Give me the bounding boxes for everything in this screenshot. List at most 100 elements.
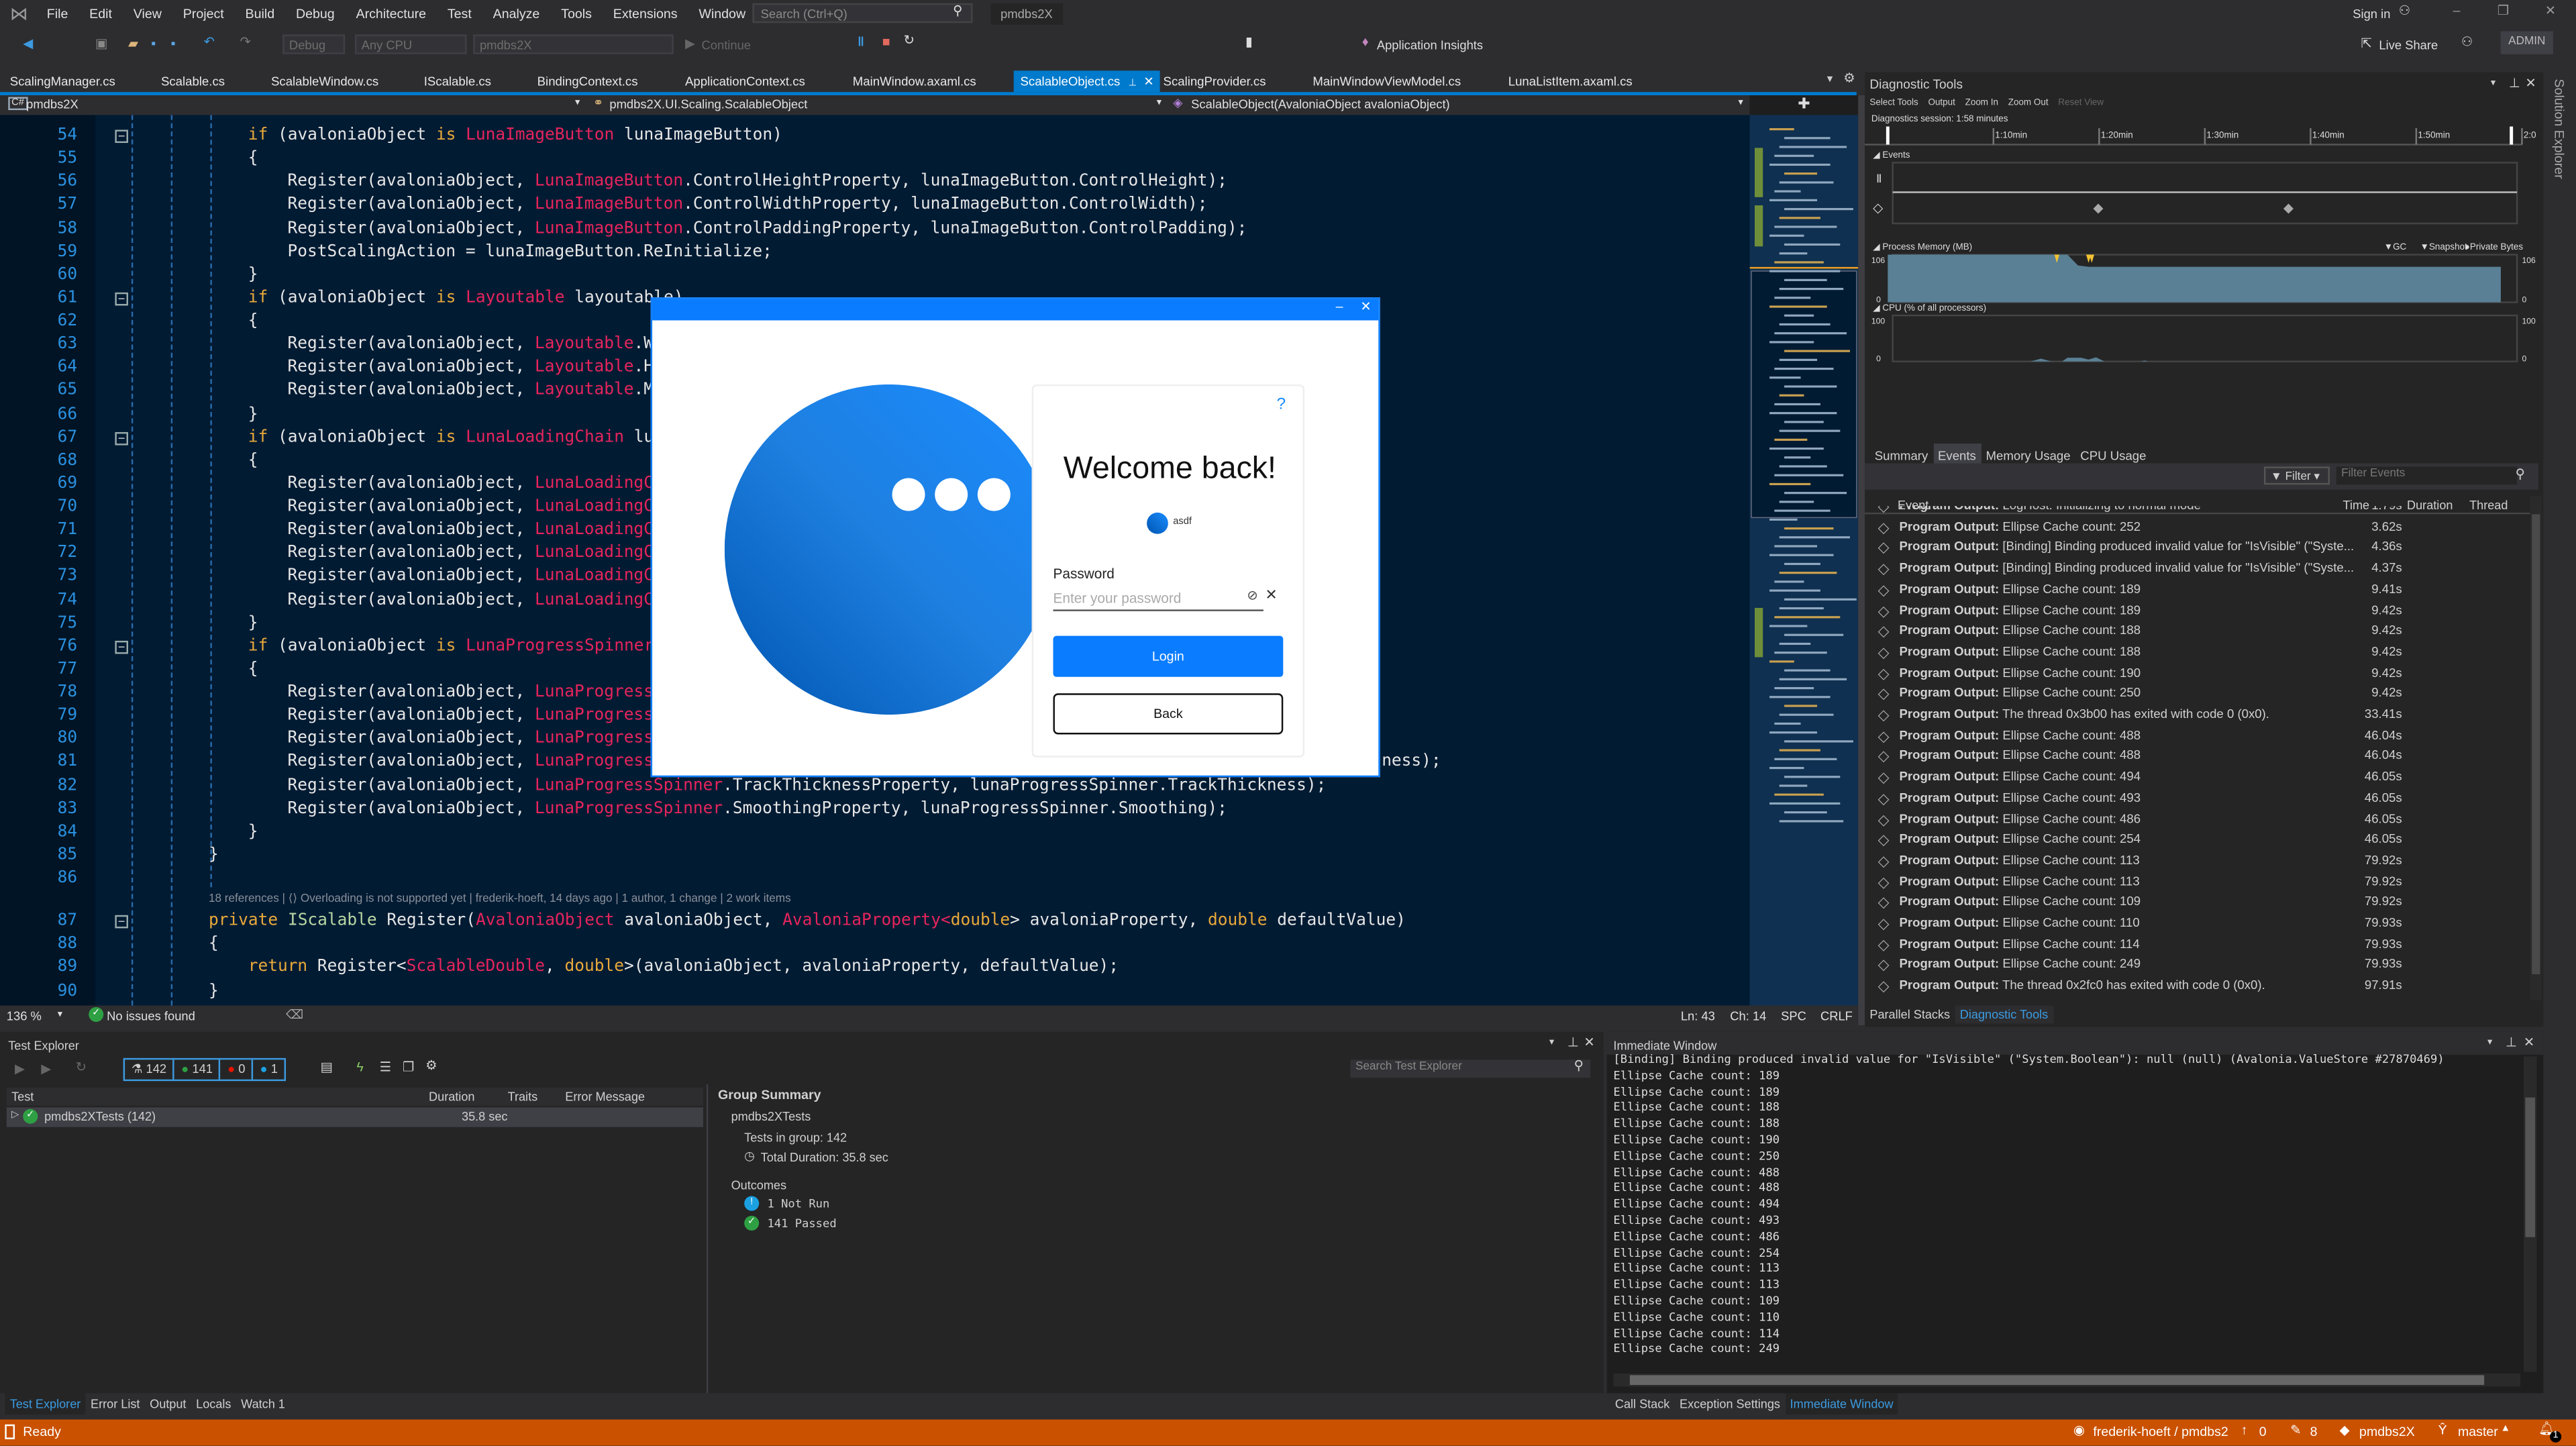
tab-mainwindowviewmodel-cs[interactable]: MainWindowViewModel.cs <box>1306 70 1467 92</box>
clear-password-icon[interactable]: ✕ <box>1265 586 1277 605</box>
application-insights-button[interactable]: Application Insights <box>1377 38 1483 52</box>
continue-button[interactable]: Continue <box>702 38 752 52</box>
collapse-icon[interactable]: − <box>115 130 128 144</box>
diag-toolbar-zoom-in[interactable]: Zoom In <box>1965 99 1998 109</box>
tab-scalable-cs[interactable]: Scalable.cs <box>154 70 231 92</box>
test-row[interactable]: ▷ ✓ pmdbs2XTests (142) 35.8 sec <box>6 1107 703 1127</box>
event-row[interactable]: ◇ Program Output: Ellipse Cache count: 49… <box>1865 788 2522 809</box>
tab-watch-1[interactable]: Watch 1 <box>236 1393 290 1414</box>
panel-menu-icon[interactable]: ▾ <box>2491 77 2495 89</box>
event-row[interactable]: ◇ Program Output: Ellipse Cache count: 48… <box>1865 747 2522 768</box>
code-line[interactable]: 83 Register(avaloniaObject, LunaProgressS… <box>0 798 1750 821</box>
repeat-icon[interactable]: ↻ <box>76 1060 87 1074</box>
tab-output[interactable]: Output <box>145 1393 191 1414</box>
filter-events-input[interactable]: Filter Events <box>2336 466 2518 485</box>
settings-gear-icon[interactable]: ⚙ <box>425 1058 437 1073</box>
event-row[interactable]: ◇ Program Output: Ellipse Cache count: 49… <box>1865 768 2522 788</box>
tab-immediate-window[interactable]: Immediate Window <box>1785 1393 1898 1415</box>
menu-item-analyze[interactable]: Analyze <box>482 7 551 21</box>
platform-dropdown[interactable]: Any CPU <box>354 34 467 54</box>
vertical-scrollbar[interactable] <box>1858 95 1865 1025</box>
search-input[interactable]: Search (Ctrl+Q) <box>752 3 973 23</box>
code-line[interactable]: 55 { <box>0 148 1750 172</box>
pin-icon[interactable]: ⊥ <box>1567 1035 1579 1050</box>
column-header-duration[interactable]: Duration <box>429 1089 474 1104</box>
menu-item-architecture[interactable]: Architecture <box>346 7 437 21</box>
close-button[interactable]: ✕ <box>2545 3 2556 18</box>
tab-error-list[interactable]: Error List <box>86 1393 145 1414</box>
tab-applicationcontext-cs[interactable]: ApplicationContext.cs <box>678 70 811 92</box>
startup-project-dropdown[interactable]: pmdbs2X <box>473 34 674 54</box>
menu-item-project[interactable]: Project <box>172 7 235 21</box>
tab-scalingprovider-cs[interactable]: ScalingProvider.cs <box>1157 70 1273 92</box>
horizontal-scrollbar[interactable] <box>1613 1373 2520 1387</box>
diag-toolbar-output[interactable]: Output <box>1928 99 1955 109</box>
event-row[interactable]: ◇ Program Output: [Binding] Binding produ… <box>1865 538 2522 559</box>
bookmark-icon[interactable]: ▮ <box>1245 34 1253 49</box>
event-row[interactable]: ◇ Program Output: Ellipse Cache count: 18… <box>1865 601 2522 621</box>
code-line[interactable]: 56 Register(avaloniaObject, LunaImageButt… <box>0 171 1750 195</box>
code-line[interactable]: 82 Register(avaloniaObject, LunaProgressS… <box>0 774 1750 798</box>
search-icon[interactable]: ⚲ <box>2516 466 2525 481</box>
code-line[interactable]: 90} <box>0 980 1750 1004</box>
vertical-scrollbar[interactable] <box>2523 1056 2537 1372</box>
event-row[interactable]: ◇ Program Output: The thread 0x2fc0 has e… <box>1865 976 2522 997</box>
diag-toolbar-zoom-out[interactable]: Zoom Out <box>2008 99 2049 109</box>
code-line[interactable]: 86 <box>0 868 1750 891</box>
tab-overflow-icon[interactable]: ▾ <box>1827 72 1833 85</box>
chevron-down-icon[interactable]: ▾ <box>58 1009 62 1021</box>
tab-test-explorer[interactable]: Test Explorer <box>5 1393 86 1415</box>
diagnostics-timeline[interactable]: 1:10min 1:20min 1:30min 1:40min 1:50min 2:0 ◢ … <box>1865 125 2544 388</box>
code-line[interactable]: 88 { <box>0 933 1750 957</box>
break-all-icon[interactable]: ‖ <box>858 34 864 49</box>
event-row[interactable]: ◇ Program Output: Ellipse Cache count: 18… <box>1865 621 2522 642</box>
code-line[interactable]: 84} <box>0 821 1750 845</box>
passed-tests-filter[interactable]: ● 141 <box>174 1060 221 1080</box>
event-row[interactable]: ◇ Program Output: Ellipse Cache count: 10… <box>1865 892 2522 913</box>
minimap-scrollbar[interactable] <box>1749 115 1859 1006</box>
stop-icon[interactable]: ■ <box>882 34 890 49</box>
event-row[interactable]: ◇ Program Output: Ellipse Cache count: 11… <box>1865 913 2522 934</box>
immediate-output[interactable]: [Binding] Binding produced invalid value… <box>1613 1053 2517 1359</box>
minimize-button[interactable]: – <box>2453 3 2461 18</box>
minimize-button[interactable]: – <box>1336 299 1343 314</box>
branch-selector[interactable]: master <box>2458 1425 2498 1439</box>
feedback-icon[interactable]: ⚇ <box>2461 34 2473 49</box>
search-test-explorer-input[interactable]: Search Test Explorer <box>1350 1060 1591 1078</box>
new-project-icon[interactable]: ▣ <box>95 36 108 51</box>
collapse-icon[interactable]: − <box>115 915 128 929</box>
menu-item-edit[interactable]: Edit <box>79 7 123 21</box>
column-header-error-message[interactable]: Error Message <box>565 1089 645 1104</box>
zoom-dropdown[interactable]: 136 % <box>7 1009 42 1023</box>
event-row[interactable]: ◇ Program Output: Ellipse Cache count: 18… <box>1865 580 2522 601</box>
account-icon[interactable]: ⚇ <box>2399 3 2411 18</box>
help-button[interactable]: ? <box>1276 396 1286 414</box>
tab-locals[interactable]: Locals <box>191 1393 236 1414</box>
group-by-icon[interactable]: ☰ <box>380 1060 392 1074</box>
code-line[interactable]: 57 Register(avaloniaObject, LunaImageButt… <box>0 195 1750 218</box>
event-row[interactable]: ◇ Program Output: Ellipse Cache count: 19… <box>1865 663 2522 684</box>
event-row[interactable]: ◇ Program Output: Ellipse Cache count: 18… <box>1865 642 2522 663</box>
column-header-traits[interactable]: Traits <box>508 1089 538 1104</box>
back-icon[interactable]: ◀ <box>23 36 33 51</box>
tab-diagnostic-tools[interactable]: Diagnostic Tools <box>1955 1005 2053 1024</box>
total-tests-filter[interactable]: ⚗ 142 <box>125 1060 175 1080</box>
event-row[interactable]: ◇ Program Output: Ellipse Cache count: 24… <box>1865 956 2522 976</box>
issues-status[interactable]: No issues found <box>107 1009 195 1023</box>
tab-exception-settings[interactable]: Exception Settings <box>1675 1393 1786 1414</box>
code-line[interactable]: 54 − if (avaloniaObject is LunaImageButton… <box>0 125 1750 148</box>
column-header-test[interactable]: Test <box>11 1089 34 1104</box>
event-row[interactable]: ◇ Program Output: LogHost: Initializing t… <box>1865 506 2522 517</box>
configuration-dropdown[interactable]: Debug <box>282 34 346 54</box>
close-icon[interactable]: ✕ <box>1584 1035 1594 1050</box>
event-row[interactable]: ◇ Program Output: Ellipse Cache count: 25… <box>1865 517 2522 538</box>
live-share-button[interactable]: Live Share <box>2379 38 2438 52</box>
event-row[interactable]: ◇ Program Output: Ellipse Cache count: 11… <box>1865 851 2522 872</box>
menu-item-build[interactable]: Build <box>235 7 285 21</box>
pin-icon[interactable]: ⊥ <box>1129 79 1137 89</box>
diag-toolbar-select-tools[interactable]: Select Tools <box>1869 99 1918 109</box>
menu-item-tools[interactable]: Tools <box>550 7 603 21</box>
event-row[interactable]: ◇ Program Output: Ellipse Cache count: 48… <box>1865 809 2522 830</box>
tab-bindingcontext-cs[interactable]: BindingContext.cs <box>531 70 644 92</box>
menu-item-debug[interactable]: Debug <box>285 7 346 21</box>
